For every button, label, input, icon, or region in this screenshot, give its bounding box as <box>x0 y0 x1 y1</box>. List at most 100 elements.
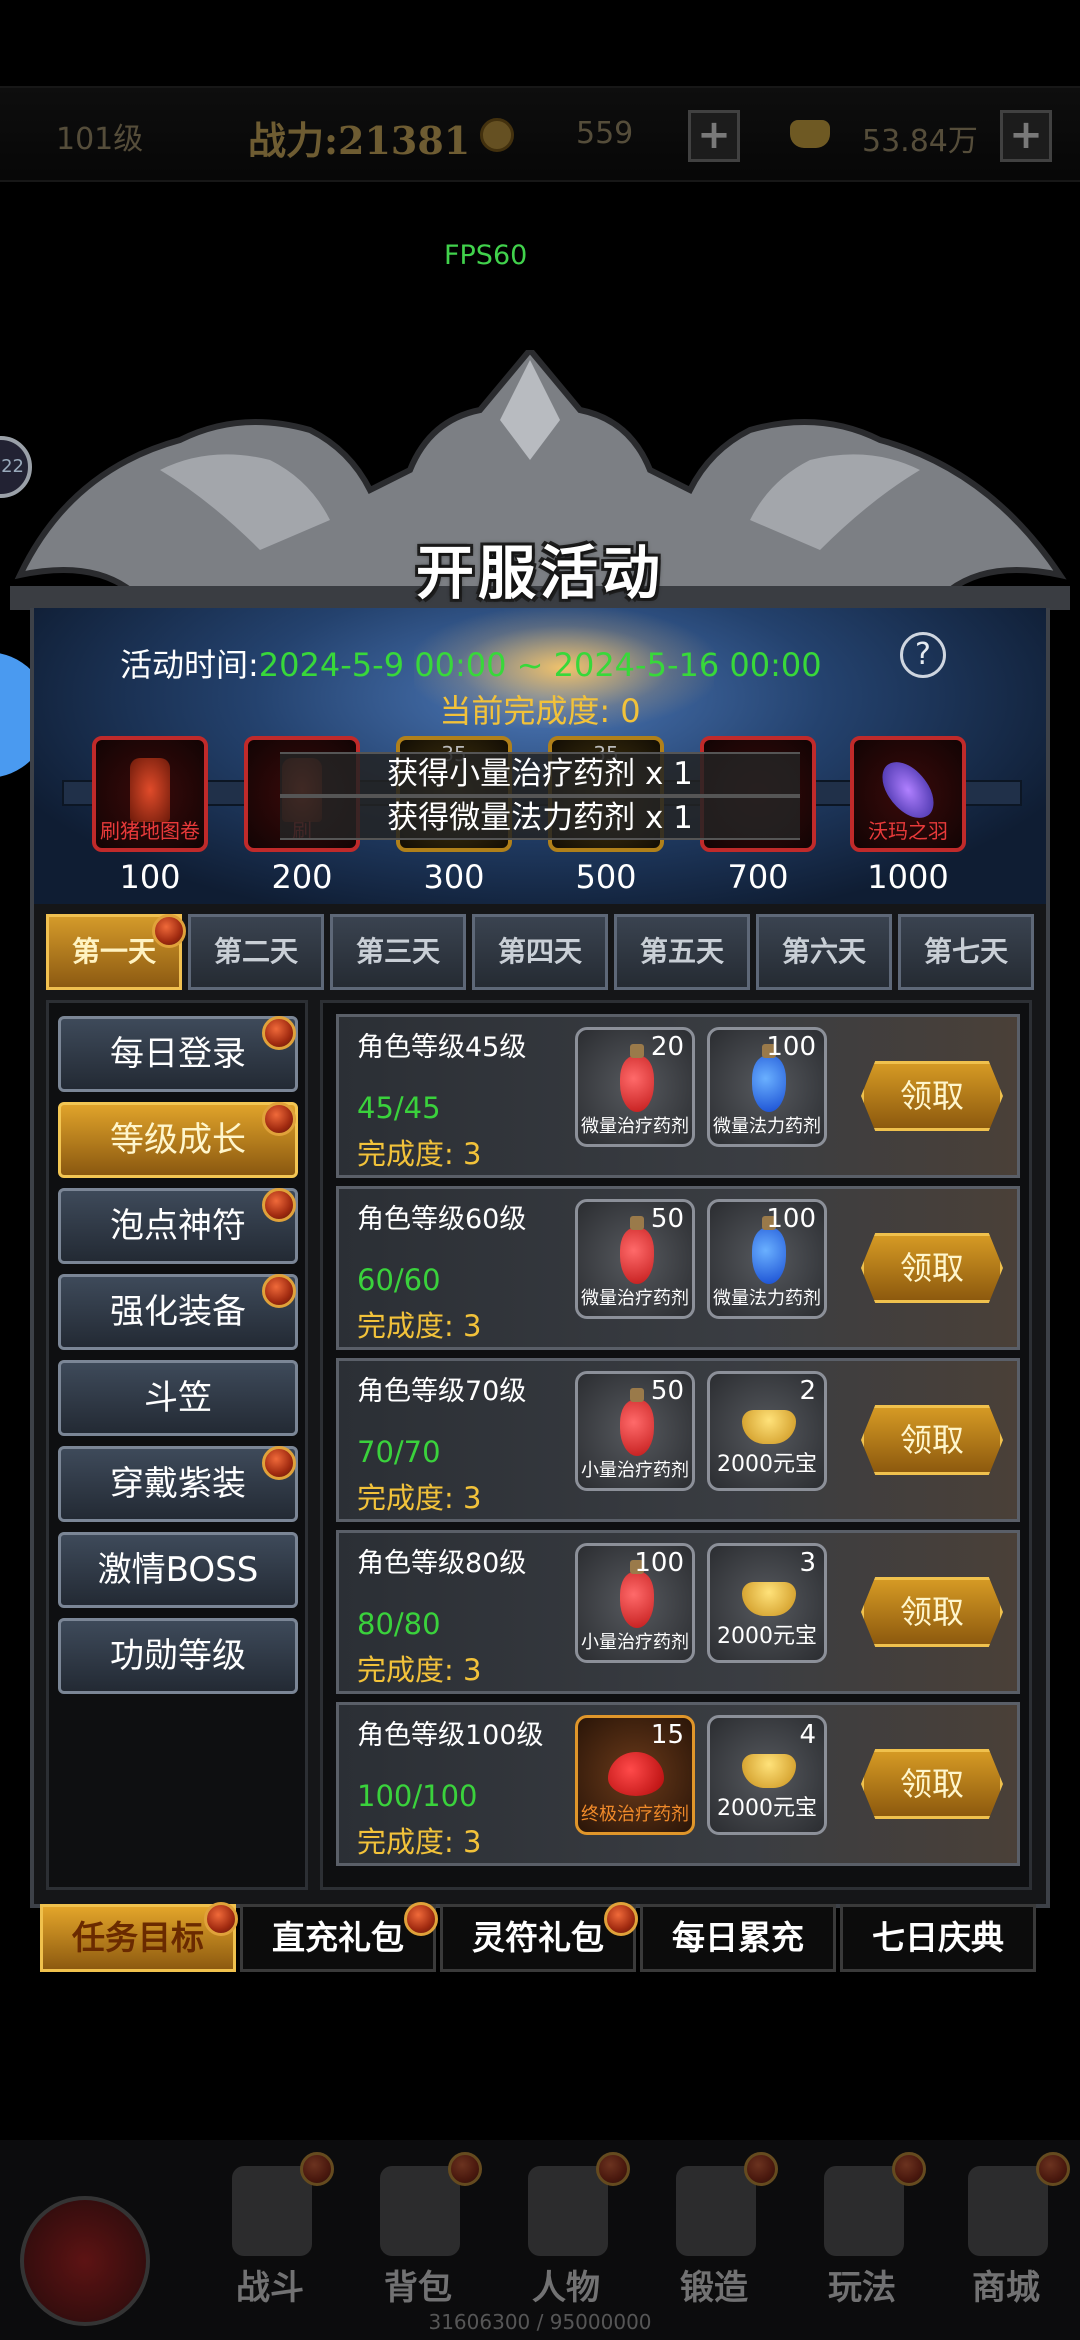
item-name: 2000元宝 <box>717 1624 817 1649</box>
milestone-value: 300 <box>423 858 485 896</box>
reward-item[interactable]: 50 小量治疗药剂 <box>575 1371 695 1491</box>
reward-item[interactable]: 2 2000元宝 <box>707 1371 827 1491</box>
notification-dot <box>448 2152 482 2186</box>
claim-button[interactable]: 领取 <box>861 1061 1003 1131</box>
reward-item[interactable]: 100 微量法力药剂 <box>707 1027 827 1147</box>
sidebar-item-boss[interactable]: 激情BOSS <box>58 1532 298 1608</box>
tab-day-5[interactable]: 第五天 <box>614 914 750 990</box>
tab-day-3[interactable]: 第三天 <box>330 914 466 990</box>
backpack-icon <box>380 2166 460 2256</box>
scroll-icon <box>130 758 170 822</box>
nav-label: 玩法 <box>828 2268 896 2308</box>
claim-button[interactable]: 领取 <box>861 1577 1003 1647</box>
blue-potion-icon <box>752 1216 786 1284</box>
reward-item[interactable]: 20 微量治疗药剂 <box>575 1027 695 1147</box>
task-completion: 完成度: 3 <box>357 1137 482 1171</box>
sidebar-item-hat[interactable]: 斗笠 <box>58 1360 298 1436</box>
claim-button[interactable]: 领取 <box>861 1405 1003 1475</box>
tab-daily-recharge[interactable]: 每日累充 <box>640 1904 836 1972</box>
task-progress: 100/100 <box>357 1779 478 1813</box>
task-progress: 80/80 <box>357 1607 441 1641</box>
tab-day-6[interactable]: 第六天 <box>756 914 892 990</box>
help-icon[interactable]: ? <box>900 632 946 678</box>
reward-item[interactable]: 100 微量法力药剂 <box>707 1199 827 1319</box>
gold-ingot-icon <box>742 1410 796 1444</box>
gold-ingot-icon <box>790 120 830 148</box>
task-name: 角色等级45级 <box>357 1032 527 1063</box>
reward-item[interactable]: 15 终极治疗药剂 <box>575 1715 695 1835</box>
add-gold-button[interactable]: + <box>1000 110 1052 162</box>
task-completion: 完成度: 3 <box>357 1653 482 1687</box>
add-coin-button[interactable]: + <box>688 110 740 162</box>
claim-button[interactable]: 领取 <box>861 1233 1003 1303</box>
reward-toast: 获得小量治疗药剂 x 1 <box>280 752 800 796</box>
task-completion: 完成度: 3 <box>357 1825 482 1859</box>
task-row: 角色等级60级 60/60 完成度: 3 50 微量治疗药剂 100 微量法力药剂 … <box>336 1186 1020 1350</box>
task-name: 角色等级70级 <box>357 1376 527 1407</box>
tab-day-7[interactable]: 第七天 <box>898 914 1034 990</box>
current-progress: 当前完成度: 0 <box>439 692 641 730</box>
panel-title: 开服活动 <box>415 539 664 607</box>
task-progress: 70/70 <box>357 1435 441 1469</box>
item-count: 20 <box>650 1032 684 1062</box>
tab-day-2[interactable]: 第二天 <box>188 914 324 990</box>
notification-dot <box>404 1902 438 1936</box>
reward-toast: 获得微量法力药剂 x 1 <box>280 796 800 840</box>
nav-battle[interactable]: 战斗 <box>200 2152 340 2322</box>
claim-button[interactable]: 领取 <box>861 1749 1003 1819</box>
task-row: 角色等级100级 100/100 完成度: 3 15 终极治疗药剂 4 2000元宝… <box>336 1702 1020 1866</box>
nav-forge[interactable]: 锻造 <box>644 2152 784 2322</box>
task-row: 角色等级70级 70/70 完成度: 3 50 小量治疗药剂 2 2000元宝 领取 <box>336 1358 1020 1522</box>
task-name: 角色等级80级 <box>357 1548 527 1579</box>
coin-amount: 559 <box>576 116 634 151</box>
activity-time: 活动时间:2024-5-9 00:00 ~ 2024-5-16 00:00 <box>120 640 822 686</box>
milestone-name: 沃玛之羽 <box>868 819 948 843</box>
nav-label: 背包 <box>384 2268 452 2308</box>
reward-item[interactable]: 100 小量治疗药剂 <box>575 1543 695 1663</box>
notification-dot <box>604 1902 638 1936</box>
milestone-value: 700 <box>727 858 789 896</box>
red-potion-icon <box>620 1388 654 1456</box>
fps-counter: FPS60 <box>444 240 528 271</box>
task-row: 角色等级80级 80/80 完成度: 3 100 小量治疗药剂 3 2000元宝 领… <box>336 1530 1020 1694</box>
reward-item[interactable]: 50 微量治疗药剂 <box>575 1199 695 1319</box>
task-name: 角色等级60级 <box>357 1204 527 1235</box>
reward-item[interactable]: 4 2000元宝 <box>707 1715 827 1835</box>
milestone-reward-1000[interactable]: 沃玛之羽 <box>850 736 966 852</box>
nav-shop[interactable]: 商城 <box>936 2152 1076 2322</box>
nav-label: 战斗 <box>236 2268 304 2308</box>
experience-readout: 31606300 / 95000000 <box>428 2310 652 2334</box>
item-count: 100 <box>634 1548 684 1578</box>
nav-character[interactable]: 人物 <box>496 2152 636 2322</box>
task-progress: 60/60 <box>357 1263 441 1297</box>
helmet-icon <box>528 2166 608 2256</box>
item-count: 15 <box>650 1720 684 1750</box>
sidebar-item-merit-level[interactable]: 功勋等级 <box>58 1618 298 1694</box>
milestone-reward-100[interactable]: 刷猪地图卷 <box>92 736 208 852</box>
tab-day-4[interactable]: 第四天 <box>472 914 608 990</box>
coin-icon <box>480 118 514 152</box>
notification-dot <box>596 2152 630 2186</box>
tab-seven-day-celebration[interactable]: 七日庆典 <box>840 1904 1036 1972</box>
gold-amount: 53.84万 <box>862 124 978 159</box>
notification-dot <box>262 1102 296 1136</box>
red-potion-icon <box>620 1560 654 1628</box>
item-count: 100 <box>766 1204 816 1234</box>
top-status-bar: 101级 战力:21381 559 + 53.84万 + <box>0 86 1080 182</box>
nav-bag[interactable]: 背包 <box>348 2152 488 2322</box>
item-name: 微量治疗药剂 <box>581 1116 689 1137</box>
combat-power: 战力:21381 <box>248 118 471 163</box>
milestone-name: 刷猪地图卷 <box>100 819 200 843</box>
item-name: 2000元宝 <box>717 1452 817 1477</box>
gold-ingot-icon <box>742 1754 796 1788</box>
nav-label: 人物 <box>532 2268 600 2308</box>
nav-label: 锻造 <box>680 2268 748 2308</box>
notification-dot <box>152 914 186 948</box>
task-completion: 完成度: 3 <box>357 1309 482 1343</box>
yin-yang-orb-icon[interactable] <box>20 2196 150 2326</box>
nav-label: 商城 <box>972 2268 1040 2308</box>
blue-potion-icon <box>752 1044 786 1112</box>
nav-play[interactable]: 玩法 <box>792 2152 932 2322</box>
notification-dot <box>892 2152 926 2186</box>
reward-item[interactable]: 3 2000元宝 <box>707 1543 827 1663</box>
